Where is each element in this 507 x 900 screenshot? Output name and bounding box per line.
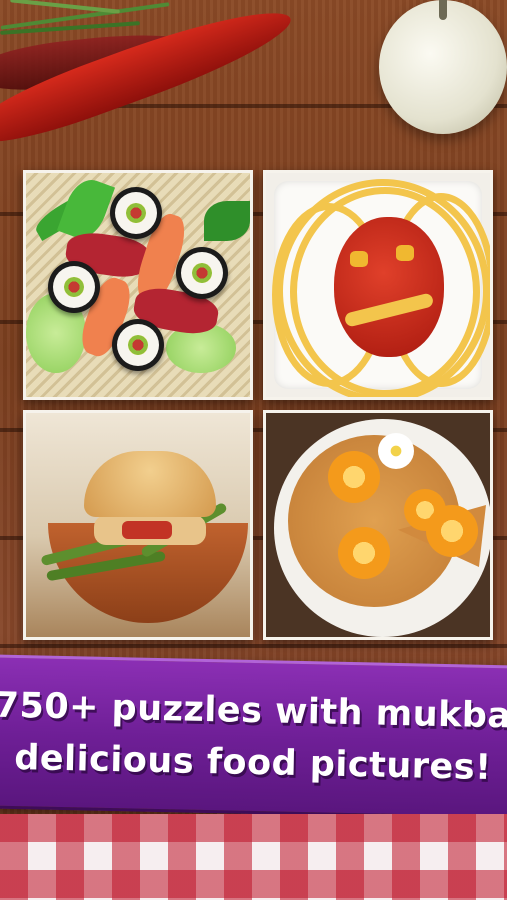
burger-image — [26, 413, 250, 637]
turnip-image — [379, 0, 507, 134]
promo-headline: 750+ puzzles with mukbang delicious food… — [0, 680, 507, 795]
puzzle-tile-sushi[interactable] — [23, 170, 253, 400]
promo-headline-line2: delicious food pictures! — [13, 738, 492, 788]
tablecloth-decoration — [0, 814, 507, 900]
puzzle-tile-burger[interactable] — [23, 410, 253, 640]
puzzle-tile-cake[interactable] — [263, 410, 493, 640]
herb-decoration — [10, 0, 120, 14]
orange-cake-image — [266, 413, 490, 637]
promo-banner: 750+ puzzles with mukbang delicious food… — [0, 654, 507, 820]
pasta-face-image — [266, 173, 490, 397]
puzzle-tile-pasta[interactable] — [263, 170, 493, 400]
sushi-image — [26, 173, 250, 397]
promo-screen: 750+ puzzles with mukbang delicious food… — [0, 0, 507, 900]
